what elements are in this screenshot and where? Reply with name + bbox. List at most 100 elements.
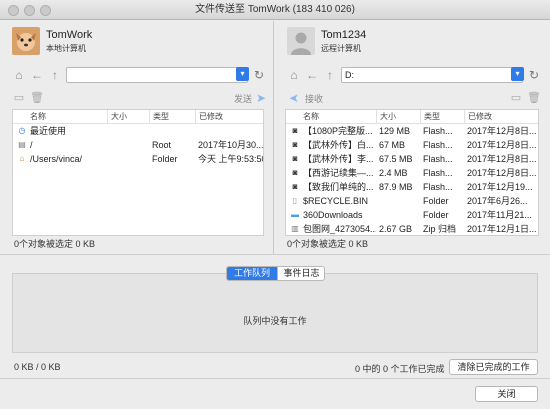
- minimize-window-button[interactable]: [24, 5, 35, 16]
- remote-table-body: ◙ 【1080P完整版... 129 MB Flash... 2017年12月8…: [286, 124, 538, 235]
- table-row[interactable]: ⌂ /Users/vinca/ Folder 今天 上午9:53:50: [13, 152, 263, 166]
- file-name: 包图网_4273054...: [303, 224, 376, 234]
- column-header-name[interactable]: 名称: [300, 110, 376, 124]
- remote-user-role: 远程计算机: [321, 44, 361, 53]
- trash-icon[interactable]: 🗑: [527, 91, 541, 105]
- remote-path-input[interactable]: D:: [341, 67, 523, 83]
- table-row[interactable]: ◙ 【1080P完整版... 129 MB Flash... 2017年12月8…: [286, 124, 538, 138]
- flash-file-icon: ◙: [292, 168, 298, 177]
- remote-user-name: Tom1234: [321, 29, 367, 41]
- file-name: 【西游记续集—...: [303, 168, 374, 178]
- local-user-role: 本地计算机: [46, 44, 86, 53]
- send-label[interactable]: 发送: [234, 92, 252, 105]
- flash-file-icon: ◙: [292, 126, 298, 135]
- tab-work-queue[interactable]: 工作队列: [227, 267, 277, 280]
- home-folder-icon: ⌂: [19, 154, 25, 163]
- column-header-name[interactable]: 名称: [27, 110, 107, 124]
- table-row[interactable]: ▥ 包图网_4273054... 2.67 GB Zip 归档 2017年12月…: [286, 222, 538, 235]
- file-type: Zip 归档: [423, 224, 457, 234]
- home-icon[interactable]: ⌂: [12, 68, 26, 82]
- file-name: $RECYCLE.BIN: [303, 196, 369, 206]
- window-title: 文件传送至 TomWork (183 410 026): [195, 4, 355, 15]
- table-row[interactable]: ◙ 【致我们单纯的... 87.9 MB Flash... 2017年12月19…: [286, 180, 538, 194]
- close-window-button[interactable]: [8, 5, 19, 16]
- local-selection-status: 0个对象被选定 0 KB: [14, 239, 96, 249]
- file-size: 2.4 MB: [379, 168, 408, 178]
- remote-path-dropdown-icon[interactable]: ▾: [511, 67, 524, 81]
- zoom-window-button[interactable]: [40, 5, 51, 16]
- table-row[interactable]: ◙ 【武林外传】李... 67.5 MB Flash... 2017年12月8日…: [286, 152, 538, 166]
- new-folder-icon[interactable]: ▭: [509, 91, 523, 105]
- file-size: 87.9 MB: [379, 182, 413, 192]
- remote-toolbar: ⌂ ← ↑ D: ▾ ↻: [287, 65, 540, 85]
- file-type: Flash...: [423, 182, 453, 192]
- file-name: 【武林外传】李...: [303, 154, 374, 164]
- table-row[interactable]: ◙ 【西游记续集—... 2.4 MB Flash... 2017年12月8日.…: [286, 166, 538, 180]
- table-row[interactable]: ▯ $RECYCLE.BIN Folder 2017年6月26...: [286, 194, 538, 208]
- local-path-input[interactable]: [66, 67, 248, 83]
- file-type: Flash...: [423, 168, 453, 178]
- completed-summary: 0 中的 0 个工作已完成: [355, 364, 445, 374]
- local-file-table: 名称 大小 类型 已修改 ◷ 最近使用 ▤ / Root 2017年10月30.…: [12, 109, 264, 236]
- file-type: Folder: [423, 210, 449, 220]
- remote-selection-status: 0个对象被选定 0 KB: [287, 239, 369, 249]
- file-name: /Users/vinca/: [30, 154, 83, 164]
- local-toolbar: ⌂ ← ↑ ▾ ↻: [12, 65, 266, 85]
- file-type: Root: [152, 140, 172, 150]
- table-row[interactable]: ◙ 【武林外传】白... 67 MB Flash... 2017年12月8日..…: [286, 138, 538, 152]
- up-arrow-icon[interactable]: ↑: [48, 68, 62, 82]
- clear-completed-button[interactable]: 清除已完成的工作: [449, 359, 538, 375]
- local-path-dropdown-icon[interactable]: ▾: [236, 67, 249, 81]
- default-user-avatar-icon: [287, 27, 315, 55]
- column-header-size[interactable]: 大小: [107, 110, 149, 124]
- file-name: 【1080P完整版...: [303, 126, 373, 136]
- file-name: 【武林外传】白...: [303, 140, 374, 150]
- column-header-type[interactable]: 类型: [420, 110, 464, 124]
- file-modified: 2017年12月19...: [467, 182, 533, 192]
- local-user-name: TomWork: [46, 29, 93, 41]
- file-modified: 2017年12月8日...: [467, 154, 537, 164]
- file-modified: 2017年10月30...: [198, 140, 264, 150]
- file-modified: 2017年12月8日...: [467, 126, 537, 136]
- trash-icon[interactable]: 🗑: [30, 91, 44, 105]
- new-folder-icon[interactable]: ▭: [12, 91, 26, 105]
- column-header-type[interactable]: 类型: [149, 110, 195, 124]
- table-row[interactable]: ◷ 最近使用: [13, 124, 263, 138]
- work-queue-panel: 队列中没有工作: [12, 273, 538, 353]
- local-table-header: 名称 大小 类型 已修改: [13, 110, 263, 124]
- file-type: Folder: [152, 154, 178, 164]
- receive-arrow-icon[interactable]: ➤: [287, 91, 301, 105]
- refresh-icon[interactable]: ↻: [252, 68, 266, 82]
- file-modified: 2017年12月8日...: [467, 168, 537, 178]
- column-header-size[interactable]: 大小: [376, 110, 420, 124]
- queue-empty-message: 队列中没有工作: [243, 316, 307, 326]
- column-header-modified[interactable]: 已修改: [464, 110, 538, 124]
- back-arrow-icon[interactable]: ←: [305, 68, 319, 82]
- close-button[interactable]: 关闭: [475, 386, 538, 402]
- queue-tabs: 工作队列 事件日志: [226, 266, 325, 281]
- table-row[interactable]: ▤ / Root 2017年10月30...: [13, 138, 263, 152]
- flash-file-icon: ◙: [292, 154, 298, 163]
- folder-icon: ▬: [291, 210, 299, 219]
- table-row[interactable]: ▬ 360Downloads Folder 2017年11月21...: [286, 208, 538, 222]
- refresh-icon[interactable]: ↻: [527, 68, 541, 82]
- home-icon[interactable]: ⌂: [287, 68, 301, 82]
- flash-file-icon: ◙: [292, 182, 298, 191]
- column-header-modified[interactable]: 已修改: [195, 110, 263, 124]
- flash-file-icon: ◙: [292, 140, 298, 149]
- file-name: 【致我们单纯的...: [303, 182, 374, 192]
- file-modified: 2017年12月1日...: [467, 224, 537, 234]
- zip-file-icon: ▥: [291, 224, 299, 233]
- file-size: 67 MB: [379, 140, 406, 150]
- recent-icon: ◷: [18, 126, 26, 135]
- back-arrow-icon[interactable]: ←: [30, 68, 44, 82]
- receive-label[interactable]: 接收: [305, 92, 323, 105]
- file-type: Folder: [423, 196, 449, 206]
- tab-event-log[interactable]: 事件日志: [277, 267, 324, 280]
- file-name: 最近使用: [30, 126, 67, 136]
- send-arrow-icon[interactable]: ➤: [254, 91, 268, 105]
- remote-table-header: 名称 大小 类型 已修改: [286, 110, 538, 124]
- title-bar: 文件传送至 TomWork (183 410 026): [0, 0, 550, 20]
- up-arrow-icon[interactable]: ↑: [323, 68, 337, 82]
- file-size: 2.67 GB: [379, 224, 413, 234]
